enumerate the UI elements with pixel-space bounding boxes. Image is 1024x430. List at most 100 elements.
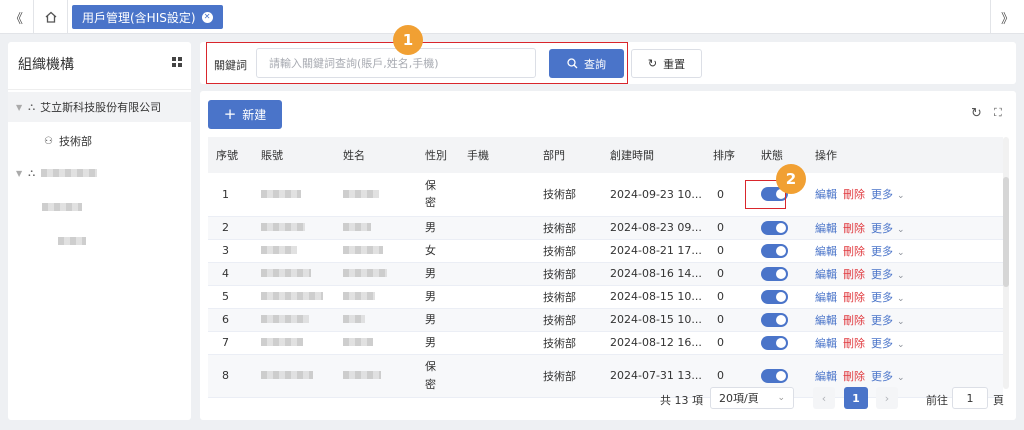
cell-phone xyxy=(459,262,535,286)
cell-created: 2024-08-16 14... xyxy=(602,262,705,286)
redacted-text xyxy=(41,169,98,177)
cell-phone xyxy=(459,216,535,240)
delete-link[interactable]: 刪除 xyxy=(843,291,865,304)
cell-order: 0 xyxy=(705,285,747,309)
collapse-left-button[interactable]: 《 xyxy=(0,0,34,34)
tree-item-dept[interactable]: ⚇ 技術部 xyxy=(8,126,191,156)
tree-item-redacted[interactable] xyxy=(8,192,191,222)
cell-phone xyxy=(459,285,535,309)
more-link[interactable]: 更多 xyxy=(871,222,893,235)
edit-link[interactable]: 編輯 xyxy=(815,222,837,235)
edit-link[interactable]: 編輯 xyxy=(815,245,837,258)
table-row[interactable]: 6 男 技術部 2024-08-15 10... 0 編輯 刪除 更多 ⌄ xyxy=(208,308,1003,332)
cell-order: 0 xyxy=(705,173,747,217)
table-row[interactable]: 4 男 技術部 2024-08-16 14... 0 編輯 刪除 更多 ⌄ xyxy=(208,262,1003,286)
cell-dept: 技術部 xyxy=(535,173,602,217)
search-input[interactable]: 請輸入關鍵詞查詢(賬戶,姓名,手機) xyxy=(256,48,536,78)
edit-link[interactable]: 編輯 xyxy=(815,268,837,281)
redacted-text xyxy=(343,315,365,323)
delete-link[interactable]: 刪除 xyxy=(843,370,865,383)
status-toggle[interactable] xyxy=(761,220,788,235)
col-header-order: 排序 xyxy=(705,137,747,173)
edit-link[interactable]: 編輯 xyxy=(815,337,837,350)
status-toggle[interactable] xyxy=(761,335,788,350)
status-toggle[interactable] xyxy=(761,312,788,327)
delete-link[interactable]: 刪除 xyxy=(843,222,865,235)
table-scrollbar[interactable] xyxy=(1003,137,1009,389)
cell-name xyxy=(335,262,417,286)
delete-link[interactable]: 刪除 xyxy=(843,245,865,258)
user-table: 序號 賬號 姓名 性別 手機 部門 創建時間 排序 狀態 操作 1 保密技術部 20… xyxy=(208,137,1003,398)
status-toggle[interactable] xyxy=(761,289,788,304)
more-link[interactable]: 更多 xyxy=(871,337,893,350)
more-link[interactable]: 更多 xyxy=(871,370,893,383)
grid-icon[interactable] xyxy=(172,57,182,67)
page-size-select[interactable]: 20項/頁 ⌄ xyxy=(710,387,794,409)
chevron-down-icon: ⌄ xyxy=(897,191,905,202)
next-page-button[interactable]: › xyxy=(876,387,898,409)
new-button[interactable]: + 新建 xyxy=(208,100,282,129)
step-badge-1: 1 xyxy=(393,25,423,55)
status-toggle[interactable] xyxy=(761,243,788,258)
double-chevron-right-icon: 》 xyxy=(1000,11,1014,27)
chevron-down-icon: ⌄ xyxy=(897,293,905,304)
cell-phone xyxy=(459,173,535,217)
keyword-label: 關鍵詞 xyxy=(214,59,247,72)
edit-link[interactable]: 編輯 xyxy=(815,370,837,383)
cell-ops: 編輯 刪除 更多 ⌄ xyxy=(807,262,1003,286)
delete-link[interactable]: 刪除 xyxy=(843,188,865,201)
more-link[interactable]: 更多 xyxy=(871,268,893,281)
tree-item-label: 技術部 xyxy=(58,135,92,148)
redacted-text xyxy=(261,189,301,198)
delete-link[interactable]: 刪除 xyxy=(843,268,865,281)
more-link[interactable]: 更多 xyxy=(871,291,893,304)
redacted-text xyxy=(261,315,309,323)
edit-link[interactable]: 編輯 xyxy=(815,291,837,304)
tree-item-redacted[interactable] xyxy=(8,226,191,256)
tab-user-management[interactable]: 用戶管理(含HIS設定) ✕ xyxy=(72,5,223,29)
goto-suffix: 頁 xyxy=(993,394,1004,407)
gender-text: 保密 xyxy=(425,178,436,210)
home-button[interactable] xyxy=(34,0,68,34)
query-button-label: 查詢 xyxy=(584,57,606,71)
delete-link[interactable]: 刪除 xyxy=(843,314,865,327)
close-icon[interactable]: ✕ xyxy=(201,11,213,23)
status-toggle[interactable] xyxy=(761,266,788,281)
cell-gender: 男 xyxy=(417,216,459,240)
chevron-down-icon: ⌄ xyxy=(777,393,785,403)
table-row[interactable]: 5 男 技術部 2024-08-15 10... 0 編輯 刪除 更多 ⌄ xyxy=(208,285,1003,309)
tree-item-company[interactable]: ▼ ⛬ 艾立斯科技股份有限公司 xyxy=(8,92,191,122)
more-link[interactable]: 更多 xyxy=(871,314,893,327)
table-row[interactable]: 2 男 技術部 2024-08-23 09... 0 編輯 刪除 更多 ⌄ xyxy=(208,216,1003,240)
edit-link[interactable]: 編輯 xyxy=(815,314,837,327)
refresh-icon[interactable]: ↻ xyxy=(971,106,982,121)
page-1-button[interactable]: 1 xyxy=(844,387,868,409)
reset-button[interactable]: ↻ 重置 xyxy=(631,49,702,78)
home-icon xyxy=(45,11,56,23)
edit-link[interactable]: 編輯 xyxy=(815,188,837,201)
delete-link[interactable]: 刪除 xyxy=(843,337,865,350)
collapse-right-button[interactable]: 》 xyxy=(990,0,1024,34)
table-row[interactable]: 3 女 技術部 2024-08-21 17... 0 編輯 刪除 更多 ⌄ xyxy=(208,239,1003,263)
table-row[interactable]: 7 男 技術部 2024-08-12 16... 0 編輯 刪除 更多 ⌄ xyxy=(208,331,1003,355)
table-row[interactable]: 1 保密 技術部 2024-09-23 10... 0 編輯 刪除 更多 ⌄ xyxy=(208,173,1003,217)
col-header-gender: 性別 xyxy=(417,137,459,173)
cell-phone xyxy=(459,308,535,332)
fullscreen-icon[interactable]: ⛶ xyxy=(994,106,1002,120)
query-button[interactable]: 查詢 xyxy=(549,49,624,78)
more-link[interactable]: 更多 xyxy=(871,188,893,201)
prev-page-button[interactable]: ‹ xyxy=(813,387,835,409)
more-link[interactable]: 更多 xyxy=(871,245,893,258)
goto-page-input[interactable]: 1 xyxy=(952,387,988,409)
cell-order: 0 xyxy=(705,216,747,240)
col-header-dept: 部門 xyxy=(535,137,602,173)
goto-prefix: 前往 xyxy=(926,394,948,407)
scrollbar-thumb[interactable] xyxy=(1003,177,1009,287)
tree-item-redacted[interactable]: ▼ ⛬ xyxy=(8,158,191,188)
status-toggle[interactable] xyxy=(761,368,788,383)
cell-created: 2024-07-31 13... xyxy=(602,354,705,398)
cell-index: 6 xyxy=(208,308,253,332)
cell-created: 2024-08-23 09... xyxy=(602,216,705,240)
cell-gender: 女 xyxy=(417,239,459,263)
redacted-text xyxy=(261,246,297,254)
